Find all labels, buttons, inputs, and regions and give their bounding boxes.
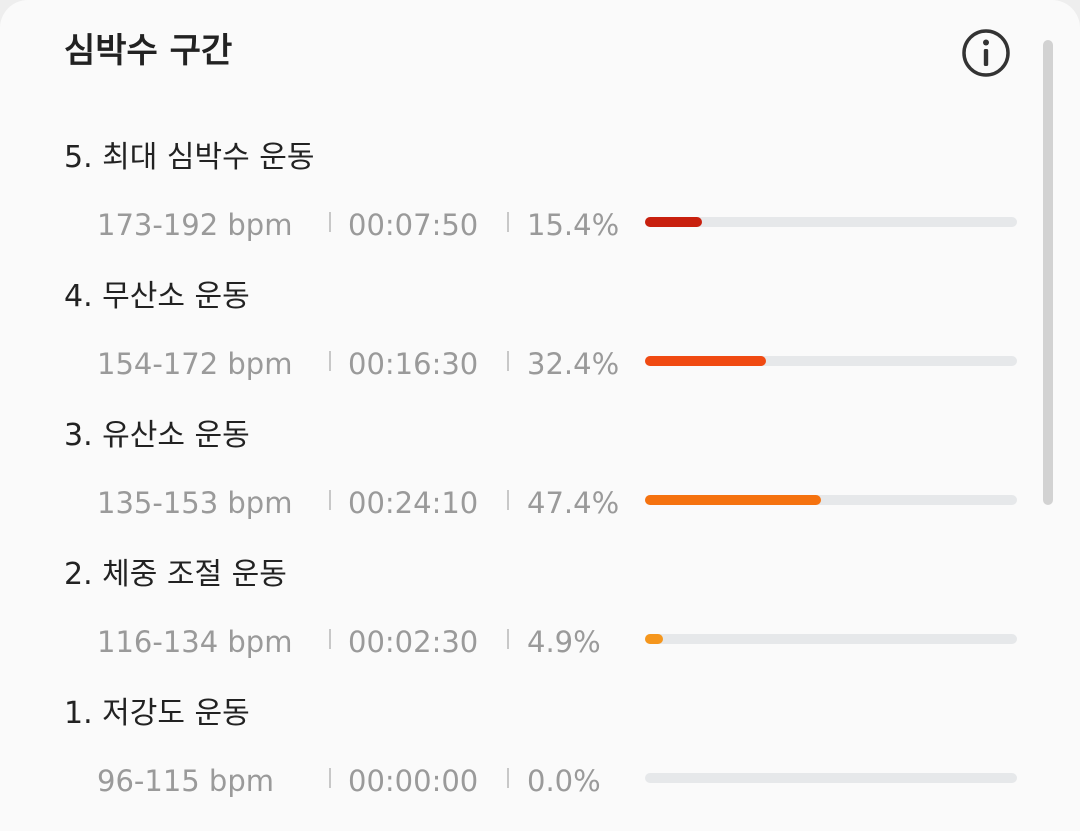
divider bbox=[329, 768, 331, 788]
zone-duration: 00:24:10 bbox=[348, 486, 479, 520]
zone-duration: 00:00:00 bbox=[348, 764, 479, 798]
divider bbox=[329, 629, 331, 649]
zone-percent: 0.0% bbox=[527, 764, 601, 798]
zone-name: 2. 체중 조절 운동 bbox=[64, 557, 287, 592]
zone-percent: 15.4% bbox=[527, 208, 620, 242]
zone-duration: 00:07:50 bbox=[348, 208, 479, 242]
zone-progress-track bbox=[645, 217, 1017, 227]
zone-percent: 32.4% bbox=[527, 347, 620, 381]
zone-duration: 00:02:30 bbox=[348, 625, 479, 659]
zone-name: 4. 무산소 운동 bbox=[64, 279, 250, 314]
divider bbox=[507, 490, 509, 510]
zone-bpm-range: 154-172 bpm bbox=[97, 347, 293, 381]
zone-progress-track bbox=[645, 634, 1017, 644]
zone-progress-fill bbox=[645, 356, 766, 366]
zone-progress-track bbox=[645, 773, 1017, 783]
zone-bpm-range: 116-134 bpm bbox=[97, 625, 293, 659]
zone-progress-track bbox=[645, 495, 1017, 505]
divider bbox=[507, 768, 509, 788]
zone-percent: 4.9% bbox=[527, 625, 601, 659]
zone-bpm-range: 173-192 bpm bbox=[97, 208, 293, 242]
divider bbox=[329, 490, 331, 510]
zone-percent: 47.4% bbox=[527, 486, 620, 520]
divider bbox=[329, 351, 331, 371]
divider bbox=[507, 351, 509, 371]
zone-name: 1. 저강도 운동 bbox=[64, 696, 250, 731]
zone-duration: 00:16:30 bbox=[348, 347, 479, 381]
zone-progress-fill bbox=[645, 217, 703, 227]
scrollbar[interactable] bbox=[1043, 40, 1053, 505]
zone-name: 3. 유산소 운동 bbox=[64, 418, 250, 453]
zone-progress-fill bbox=[645, 634, 664, 644]
zone-progress-fill bbox=[645, 495, 822, 505]
heart-rate-zones-card: 심박수 구간 5. 최대 심박수 운동 173-192 bpm 00:07:50… bbox=[0, 0, 1080, 831]
zone-progress-track bbox=[645, 356, 1017, 366]
zone-bpm-range: 135-153 bpm bbox=[97, 486, 293, 520]
info-icon[interactable] bbox=[960, 27, 1012, 79]
divider bbox=[507, 629, 509, 649]
card-title: 심박수 구간 bbox=[64, 31, 233, 71]
zone-name: 5. 최대 심박수 운동 bbox=[64, 140, 315, 175]
divider bbox=[507, 212, 509, 232]
divider bbox=[329, 212, 331, 232]
info-circle-icon bbox=[962, 29, 1010, 77]
zone-bpm-range: 96-115 bpm bbox=[97, 764, 275, 798]
